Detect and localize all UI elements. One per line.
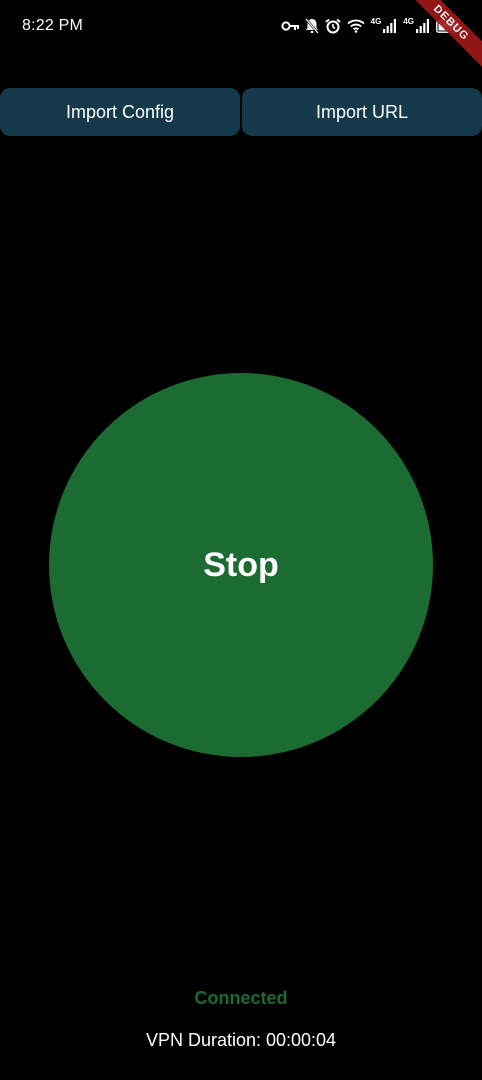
signal-icon bbox=[383, 19, 397, 33]
connection-status: Connected bbox=[194, 988, 288, 1008]
network-type-label: 4G bbox=[370, 16, 382, 26]
import-toolbar: Import Config Import URL bbox=[0, 88, 482, 136]
status-bar: 8:22 PM 4G 4G bbox=[0, 0, 482, 56]
network-type-label: 4G bbox=[403, 16, 414, 26]
alarm-icon bbox=[325, 18, 341, 34]
key-icon bbox=[281, 20, 299, 32]
status-time: 8:22 PM bbox=[22, 17, 83, 34]
vpn-duration: VPN Duration: 00:00:04 bbox=[145, 1030, 337, 1050]
wifi-icon bbox=[347, 19, 365, 33]
bell-muted-icon bbox=[304, 18, 319, 34]
stop-button-label: Stop bbox=[203, 545, 279, 584]
signal-icon bbox=[416, 19, 430, 33]
stop-button[interactable]: Stop bbox=[49, 373, 433, 757]
import-url-button[interactable]: Import URL bbox=[242, 88, 482, 136]
import-config-button[interactable]: Import Config bbox=[0, 88, 240, 136]
status-icons: 4G 4G bbox=[281, 16, 460, 36]
